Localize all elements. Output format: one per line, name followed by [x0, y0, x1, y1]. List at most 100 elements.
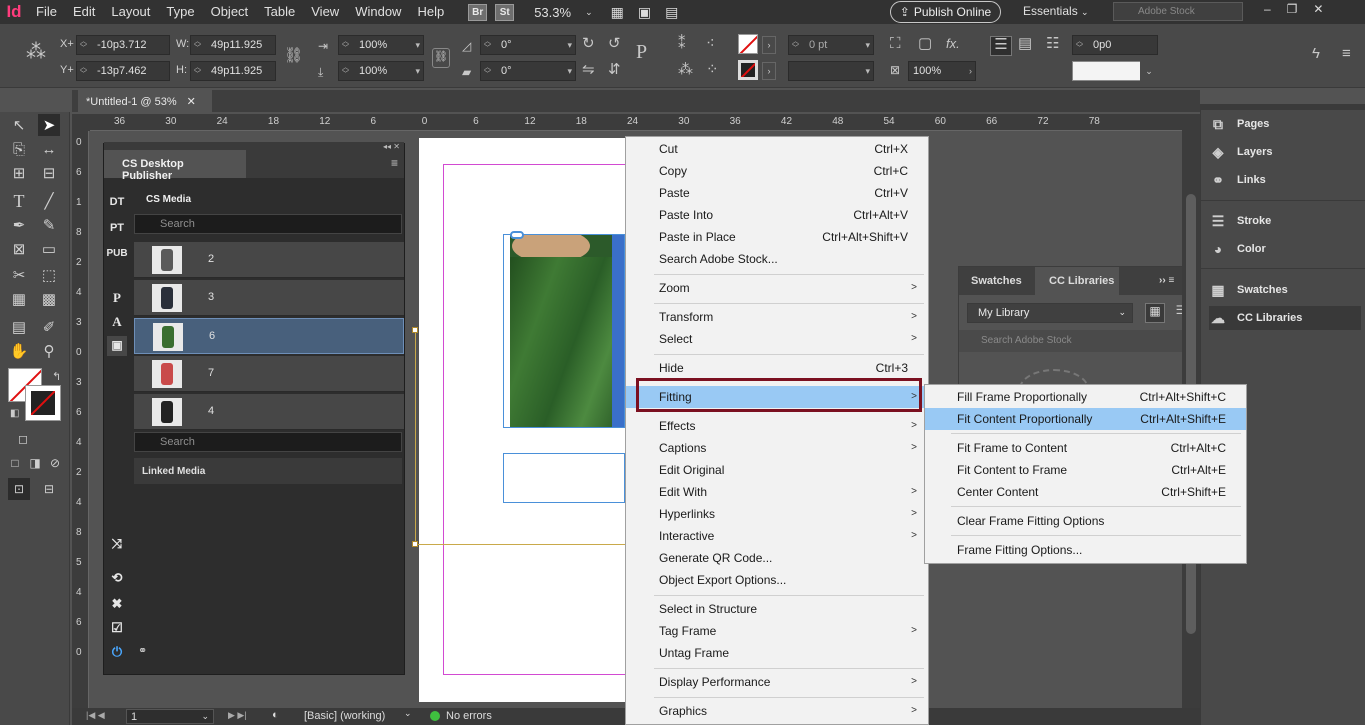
scale-x-field[interactable]: ︿ ﹀ 100% ▾ — [338, 35, 424, 55]
menu-item-untag-frame[interactable]: Untag Frame — [626, 642, 928, 664]
fill-swatch[interactable] — [738, 34, 758, 54]
dock-layers[interactable]: ◈ Layers — [1209, 140, 1361, 164]
shuffle-icon[interactable]: ⤨ — [104, 536, 130, 552]
media-row[interactable]: 4 — [134, 394, 404, 430]
menu-item-transform[interactable]: Transform > — [626, 306, 928, 328]
screen-mode-icon[interactable]: ▣ — [638, 4, 651, 21]
scale-y-field[interactable]: ︿ ﹀ 100% ▾ — [338, 61, 424, 81]
text-wrap-icon[interactable]: ☰ — [990, 36, 1012, 56]
swap-colors-icon[interactable]: ↰ — [52, 370, 61, 383]
menu-item-tag-frame[interactable]: Tag Frame > — [626, 620, 928, 642]
panel-collapse-icon[interactable]: ◂◂ ✕ — [104, 142, 404, 151]
adobe-stock-search[interactable]: Adobe Stock — [1113, 2, 1243, 21]
wrap-object-icon[interactable]: ☷ — [1046, 36, 1059, 52]
chevron-down-icon[interactable]: ⌄ — [1140, 61, 1158, 81]
line-tool-icon[interactable]: ╱ — [38, 190, 60, 212]
constrain-proportions-icon[interactable]: ⛓ — [284, 48, 303, 64]
window-controls[interactable]: –❐✕ — [1264, 2, 1340, 16]
link-icon[interactable] — [510, 231, 524, 239]
dock-links[interactable]: ⚭ Links — [1209, 168, 1361, 192]
stock-button[interactable]: St — [495, 3, 515, 21]
menu-item-zoom[interactable]: Zoom > — [626, 277, 928, 299]
chevron-down-icon[interactable]: ⌄ — [404, 708, 412, 719]
rotate-cw-icon[interactable]: ↻ — [582, 36, 595, 52]
arrange-documents-icon[interactable]: ▤ — [665, 4, 678, 21]
tab-cc-libraries[interactable]: CC Libraries — [1035, 267, 1119, 295]
menu-item-cut[interactable]: Cut Ctrl+X — [626, 138, 928, 160]
rotation-field[interactable]: ︿ ﹀ 0° ▾ — [480, 35, 576, 55]
dock-cc-libraries[interactable]: ☁ CC Libraries — [1209, 306, 1361, 330]
menu-object[interactable]: Object — [203, 0, 257, 24]
reference-point-icon[interactable]: ⁂ — [26, 42, 46, 62]
zoom-level[interactable]: 53.3% — [534, 5, 571, 20]
content-collector-icon[interactable]: ⊞ — [8, 162, 30, 184]
stroke-color-swatch[interactable] — [25, 385, 61, 421]
cs-panel-tab[interactable]: CS Desktop Publisher — [104, 150, 246, 182]
document-tab[interactable]: *Untitled-1 @ 53% ✕ — [78, 90, 212, 114]
rotate-ccw-icon[interactable]: ↺ — [608, 36, 621, 52]
library-search[interactable]: Search Adobe Stock — [959, 330, 1199, 352]
free-transform-tool-icon[interactable]: ⬚ — [38, 264, 60, 286]
selection-tool-icon[interactable]: ↖ — [8, 114, 30, 136]
scissors-tool-icon[interactable]: ✂ — [8, 264, 30, 286]
dock-stroke[interactable]: ☰ Stroke — [1209, 209, 1361, 233]
stroke-dropdown[interactable]: › — [762, 62, 776, 80]
page-tool-icon[interactable]: ⎘ — [8, 138, 30, 160]
menu-item-object-export[interactable]: Object Export Options... — [626, 569, 928, 591]
submenu-frame-fitting-options[interactable]: Frame Fitting Options... — [925, 539, 1246, 561]
menu-table[interactable]: Table — [256, 0, 303, 24]
menu-item-search-stock[interactable]: Search Adobe Stock... — [626, 248, 928, 270]
default-colors-icon[interactable]: ◧ — [10, 408, 19, 419]
select-next-icon[interactable]: ⁘ — [706, 62, 719, 78]
menu-item-select-in-structure[interactable]: Select in Structure — [626, 598, 928, 620]
wrap-offset-field[interactable]: ︿ ﹀ 0p0 — [1072, 35, 1158, 55]
pencil-tool-icon[interactable]: ✎ — [38, 214, 60, 236]
menu-window[interactable]: Window — [347, 0, 409, 24]
link-icon[interactable]: ⚭ — [138, 644, 147, 657]
media-row[interactable]: 3 — [134, 280, 404, 316]
select-container-icon[interactable]: ⁑ — [678, 36, 686, 52]
menu-item-paste[interactable]: Paste Ctrl+V — [626, 182, 928, 204]
menu-item-paste-into[interactable]: Paste Into Ctrl+Alt+V — [626, 204, 928, 226]
stroke-type-field[interactable]: ▾ — [788, 61, 874, 81]
menu-item-edit-with[interactable]: Edit With > — [626, 481, 928, 503]
cs-media-search[interactable]: Search — [134, 214, 402, 234]
menu-item-edit-original[interactable]: Edit Original — [626, 459, 928, 481]
menu-item-select[interactable]: Select > — [626, 328, 928, 350]
preflight-profile-icon[interactable]: ◐ — [272, 709, 279, 721]
apply-none-icon[interactable]: ⊘ — [44, 452, 66, 474]
height-field[interactable]: ︿ ﹀ 49p11.925 — [190, 61, 276, 81]
submenu-fill-frame-proportionally[interactable]: Fill Frame Proportionally Ctrl+Alt+Shift+… — [925, 386, 1246, 408]
note-tool-icon[interactable]: ▤ — [8, 316, 30, 338]
side-tab-a[interactable]: A — [104, 314, 130, 330]
menu-file[interactable]: File — [28, 0, 65, 24]
publish-online-button[interactable]: ⇪ Publish Online — [890, 1, 1001, 23]
check-icon[interactable]: ☑ — [104, 620, 130, 636]
menu-item-graphics[interactable]: Graphics > — [626, 700, 928, 722]
effects-icon[interactable]: fx. — [946, 36, 960, 52]
tab-swatches[interactable]: Swatches — [971, 267, 1022, 295]
flip-horizontal-icon[interactable]: ⇋ — [582, 62, 595, 78]
side-tab-dt[interactable]: DT — [104, 196, 130, 208]
menu-item-effects[interactable]: Effects > — [626, 415, 928, 437]
shear-field[interactable]: ︿ ﹀ 0° ▾ — [480, 61, 576, 81]
submenu-fit-content-proportionally[interactable]: Fit Content Proportionally Ctrl+Alt+Shift… — [925, 408, 1246, 430]
panel-menu-icon[interactable]: ≡ — [1342, 46, 1351, 62]
rectangle-frame-tool-icon[interactable]: ⊠ — [8, 238, 30, 260]
panel-expand-icon[interactable]: ›› ≡ — [1159, 267, 1174, 295]
chevron-down-icon[interactable]: ⌄ — [585, 7, 593, 18]
menu-view[interactable]: View — [303, 0, 347, 24]
normal-view-icon[interactable]: ⊡ — [8, 478, 30, 500]
wrap-around-icon[interactable]: ▤ — [1018, 36, 1032, 52]
dock-pages[interactable]: ⧉ Pages — [1209, 112, 1361, 136]
library-dropdown[interactable]: My Library ⌄ — [967, 303, 1133, 323]
menu-item-hyperlinks[interactable]: Hyperlinks > — [626, 503, 928, 525]
media-row[interactable]: 7 — [134, 356, 404, 392]
width-field[interactable]: ︿ ﹀ 49p11.925 — [190, 35, 276, 55]
next-page-icon[interactable]: ▶ ▶| — [228, 710, 247, 721]
first-page-icon[interactable]: |◀ ◀ — [86, 710, 105, 721]
side-tab-pub[interactable]: PUB — [104, 248, 130, 259]
menu-item-interactive[interactable]: Interactive > — [626, 525, 928, 547]
pen-tool-icon[interactable]: ✒ — [8, 214, 30, 236]
type-tool-icon[interactable]: T — [8, 190, 30, 212]
